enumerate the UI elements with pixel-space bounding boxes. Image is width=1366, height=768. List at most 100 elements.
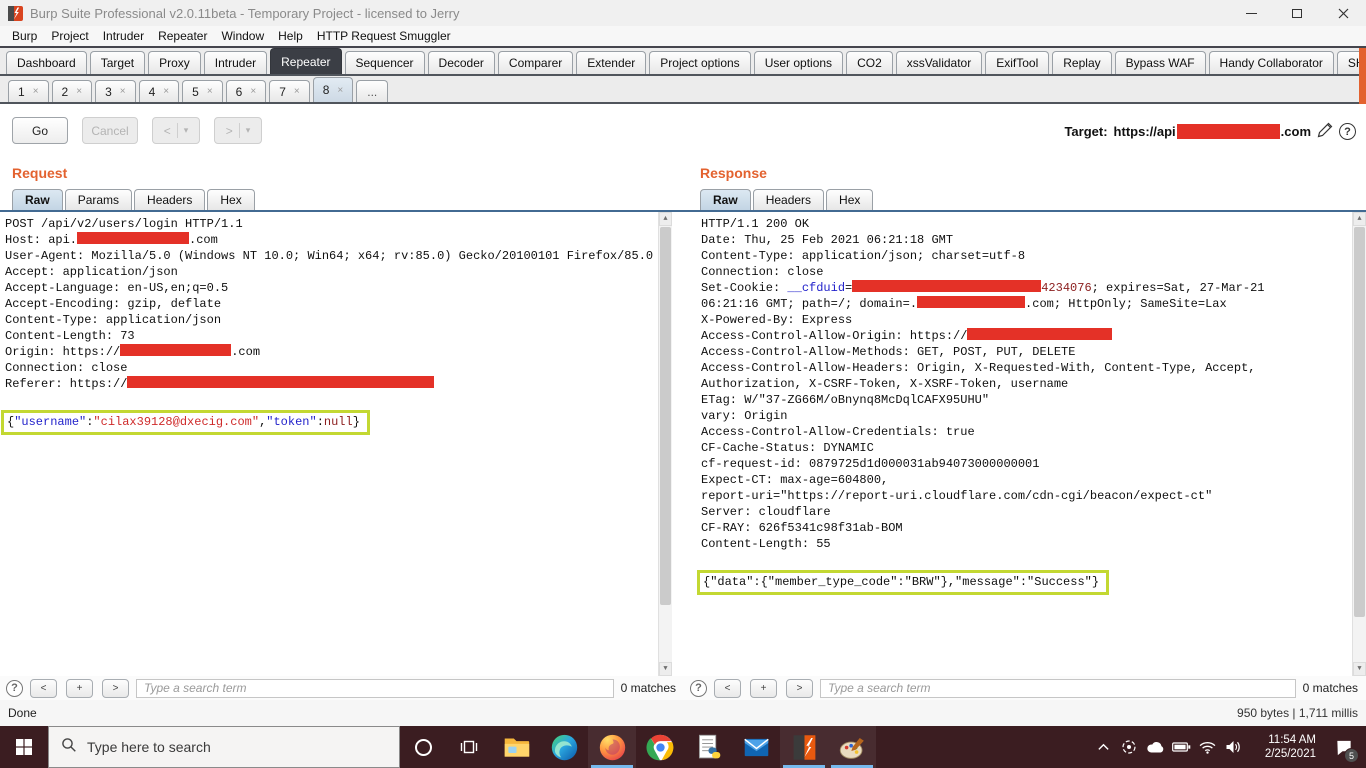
menu-repeater[interactable]: Repeater — [151, 29, 214, 43]
scroll-down-icon[interactable]: ▼ — [1353, 662, 1366, 676]
request-tab-raw[interactable]: Raw — [12, 189, 63, 210]
close-tab-icon[interactable]: × — [76, 86, 82, 97]
repeater-tab-1[interactable]: 1× — [8, 80, 49, 102]
help-icon[interactable]: ? — [1339, 123, 1356, 140]
tab-number: 1 — [18, 85, 25, 99]
cortana-button[interactable] — [400, 726, 446, 768]
request-tab-params[interactable]: Params — [65, 189, 132, 210]
close-tab-icon[interactable]: × — [207, 86, 213, 97]
start-button[interactable] — [0, 726, 48, 768]
repeater-tab-4[interactable]: 4× — [139, 80, 180, 102]
close-tab-icon[interactable]: × — [33, 86, 39, 97]
search-input[interactable] — [820, 679, 1296, 698]
tab-decoder[interactable]: Decoder — [428, 51, 495, 74]
close-tab-icon[interactable]: × — [337, 85, 343, 96]
meet-now-icon[interactable] — [1116, 726, 1142, 768]
repeater-tab-overflow[interactable]: ... — [356, 80, 388, 102]
tab-exiftool[interactable]: ExifTool — [985, 51, 1049, 74]
mail-icon[interactable] — [732, 726, 780, 768]
firefox-icon[interactable] — [588, 726, 636, 768]
response-tab-headers[interactable]: Headers — [753, 189, 824, 210]
search-options-button[interactable]: + — [750, 679, 777, 698]
python-editor-icon[interactable] — [684, 726, 732, 768]
edge-icon[interactable] — [540, 726, 588, 768]
notification-button[interactable]: 5 — [1322, 726, 1366, 768]
tab-dashboard[interactable]: Dashboard — [6, 51, 87, 74]
task-view-button[interactable] — [446, 726, 492, 768]
repeater-tab-2[interactable]: 2× — [52, 80, 93, 102]
search-options-button[interactable]: + — [66, 679, 93, 698]
close-tab-icon[interactable]: × — [120, 86, 126, 97]
tab-user-options[interactable]: User options — [754, 51, 843, 74]
tab-target[interactable]: Target — [90, 51, 145, 74]
edit-target-icon[interactable] — [1317, 122, 1333, 141]
volume-icon[interactable] — [1220, 726, 1246, 768]
menu-help[interactable]: Help — [271, 29, 310, 43]
maximize-button[interactable] — [1274, 0, 1320, 26]
chrome-icon[interactable] — [636, 726, 684, 768]
tab-xssvalidator[interactable]: xssValidator — [896, 51, 982, 74]
scroll-thumb[interactable] — [1354, 227, 1365, 617]
search-next-button[interactable]: > — [786, 679, 813, 698]
request-tab-hex[interactable]: Hex — [207, 189, 254, 210]
menu-window[interactable]: Window — [214, 29, 271, 43]
file-explorer-icon[interactable] — [492, 726, 540, 768]
search-prev-button[interactable]: < — [30, 679, 57, 698]
scroll-up-icon[interactable]: ▲ — [1353, 212, 1366, 226]
repeater-tab-3[interactable]: 3× — [95, 80, 136, 102]
paint-icon[interactable] — [828, 726, 876, 768]
tab-replay[interactable]: Replay — [1052, 51, 1111, 74]
menu-http-request-smuggler[interactable]: HTTP Request Smuggler — [310, 29, 458, 43]
code-line — [5, 392, 662, 408]
response-editor[interactable]: ▲ ▼ HTTP/1.1 200 OKDate: Thu, 25 Feb 202… — [684, 212, 1366, 676]
tab-extender[interactable]: Extender — [576, 51, 646, 74]
cancel-button[interactable]: Cancel — [82, 117, 138, 144]
prev-request-button[interactable]: <▾ — [152, 117, 200, 144]
close-tab-icon[interactable]: × — [294, 86, 300, 97]
battery-icon[interactable] — [1168, 726, 1194, 768]
search-help-icon[interactable]: ? — [690, 680, 707, 697]
tab-sequencer[interactable]: Sequencer — [345, 51, 425, 74]
taskbar-search[interactable]: Type here to search — [48, 726, 400, 768]
response-scrollbar[interactable]: ▲ ▼ — [1352, 212, 1366, 676]
search-next-button[interactable]: > — [102, 679, 129, 698]
response-tab-raw[interactable]: Raw — [700, 189, 751, 210]
tab-bypass-waf[interactable]: Bypass WAF — [1115, 51, 1206, 74]
close-tab-icon[interactable]: × — [250, 86, 256, 97]
search-input[interactable] — [136, 679, 614, 698]
onedrive-icon[interactable] — [1142, 726, 1168, 768]
repeater-tab-6[interactable]: 6× — [226, 80, 267, 102]
go-button[interactable]: Go — [12, 117, 68, 144]
request-tab-headers[interactable]: Headers — [134, 189, 205, 210]
menu-project[interactable]: Project — [44, 29, 95, 43]
response-tab-hex[interactable]: Hex — [826, 189, 873, 210]
close-tab-icon[interactable]: × — [163, 86, 169, 97]
wifi-icon[interactable] — [1194, 726, 1220, 768]
menu-intruder[interactable]: Intruder — [96, 29, 151, 43]
next-request-button[interactable]: >▾ — [214, 117, 262, 144]
tab-handy-collaborator[interactable]: Handy Collaborator — [1209, 51, 1334, 74]
scroll-down-icon[interactable]: ▼ — [659, 662, 672, 676]
minimize-button[interactable] — [1228, 0, 1274, 26]
menu-burp[interactable]: Burp — [5, 29, 44, 43]
close-button[interactable] — [1320, 0, 1366, 26]
tab-repeater[interactable]: Repeater — [270, 48, 341, 74]
tab-project-options[interactable]: Project options — [649, 51, 750, 74]
request-scrollbar[interactable]: ▲ ▼ — [658, 212, 672, 676]
tab-intruder[interactable]: Intruder — [204, 51, 267, 74]
tab-number: 3 — [105, 85, 112, 99]
repeater-tab-7[interactable]: 7× — [269, 80, 310, 102]
tab-proxy[interactable]: Proxy — [148, 51, 201, 74]
repeater-tab-5[interactable]: 5× — [182, 80, 223, 102]
search-help-icon[interactable]: ? — [6, 680, 23, 697]
tab-co2[interactable]: CO2 — [846, 51, 893, 74]
taskbar-clock[interactable]: 11:54 AM 2/25/2021 — [1250, 733, 1316, 761]
repeater-tab-8[interactable]: 8× — [313, 77, 354, 102]
scroll-up-icon[interactable]: ▲ — [659, 212, 672, 226]
tab-comparer[interactable]: Comparer — [498, 51, 573, 74]
search-prev-button[interactable]: < — [714, 679, 741, 698]
request-editor[interactable]: ▲ ▼ POST /api/v2/users/login HTTP/1.1Hos… — [0, 212, 684, 676]
tray-expand-icon[interactable] — [1090, 726, 1116, 768]
burp-suite-icon[interactable] — [780, 726, 828, 768]
scroll-thumb[interactable] — [660, 227, 671, 605]
